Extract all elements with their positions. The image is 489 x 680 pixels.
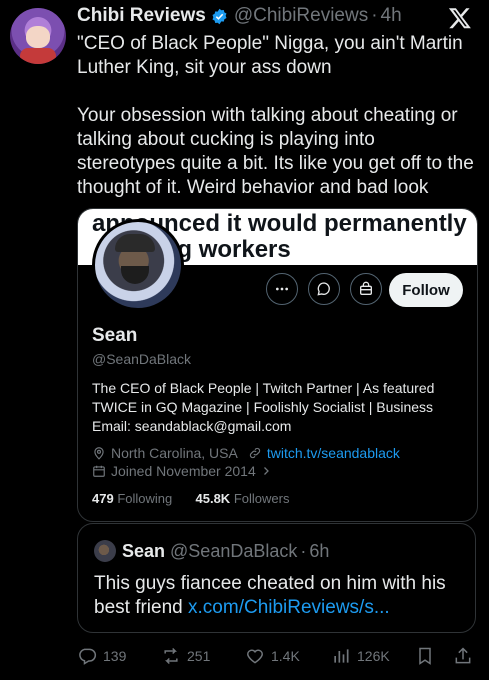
message-button[interactable] xyxy=(308,273,340,305)
avatar-body xyxy=(20,48,56,64)
reply-count: 139 xyxy=(103,648,127,664)
tweet-text: "CEO of Black People" Nigga, you ain't M… xyxy=(77,32,477,200)
repost-count: 251 xyxy=(187,648,211,664)
more-button[interactable] xyxy=(266,273,298,305)
x-logo-icon xyxy=(448,8,471,29)
profile-bio: The CEO of Black People | Twitch Partner… xyxy=(92,380,435,434)
avatar-cap xyxy=(115,234,155,252)
bookmark-icon xyxy=(419,647,431,665)
header-separator: · xyxy=(371,5,378,26)
chevron-right-icon xyxy=(263,467,269,475)
views-count: 126K xyxy=(357,648,390,664)
profile-meta-joined: Joined November 2014 xyxy=(92,463,277,479)
following-label: Following xyxy=(117,491,173,506)
quoted-time: 6h xyxy=(309,540,330,561)
quoted-tweet[interactable]: Sean @SeanDaBlack · 6h This guys fiancee… xyxy=(77,523,476,633)
share-icon xyxy=(455,647,471,664)
avatar-beard xyxy=(121,266,149,284)
repost-icon xyxy=(164,647,178,665)
followers-count: 45.8K xyxy=(195,491,231,506)
notification-icon xyxy=(360,281,372,295)
profile-link[interactable]: twitch.tv/seandablack xyxy=(267,445,400,461)
like-button[interactable]: 1.4K xyxy=(245,646,300,666)
author-name[interactable]: Chibi Reviews xyxy=(77,5,206,27)
quoted-separator: · xyxy=(300,540,307,561)
profile-name: Sean xyxy=(92,325,138,346)
profile-card-image[interactable]: announced it would permanently striking … xyxy=(77,208,478,522)
profile-meta-location: North Carolina, USA twitch.tv/seandablac… xyxy=(92,445,400,461)
follow-button[interactable]: Follow xyxy=(389,273,463,307)
views-icon xyxy=(334,649,349,663)
share-button[interactable] xyxy=(453,646,479,666)
like-count: 1.4K xyxy=(271,648,300,664)
tweet-paragraph-1: "CEO of Black People" Nigga, you ain't M… xyxy=(77,33,463,78)
repost-button[interactable]: 251 xyxy=(161,646,210,666)
quoted-tweet-text: This guys fiancee cheated on him with hi… xyxy=(94,572,469,620)
link-icon xyxy=(249,447,260,459)
quoted-author-handle: @SeanDaBlack xyxy=(170,540,298,561)
author-handle[interactable]: @ChibiReviews xyxy=(234,5,368,27)
more-icon xyxy=(276,287,288,291)
like-icon xyxy=(247,649,263,664)
reply-button[interactable]: 139 xyxy=(77,646,126,666)
following-count: 479 xyxy=(92,491,114,506)
views-button[interactable]: 126K xyxy=(331,646,390,666)
profile-joined: Joined November 2014 xyxy=(111,463,256,479)
quoted-author-name: Sean xyxy=(122,540,166,561)
author-avatar[interactable] xyxy=(10,8,66,64)
location-icon xyxy=(94,447,104,460)
quoted-tweet-link[interactable]: x.com/ChibiReviews/s... xyxy=(188,597,390,618)
tweet-header: Chibi Reviews @ChibiReviews · 4h xyxy=(77,5,402,27)
bookmark-button[interactable] xyxy=(415,646,441,666)
followers-label: Followers xyxy=(233,491,290,506)
message-icon xyxy=(317,282,330,296)
profile-handle: @SeanDaBlack xyxy=(92,351,192,367)
quoted-author-avatar xyxy=(94,540,116,562)
verified-icon xyxy=(212,8,227,24)
profile-location: North Carolina, USA xyxy=(111,445,238,461)
profile-follow-counts: 479 Following 45.8K Followers xyxy=(92,491,289,506)
tweet-action-bar: 139 251 1.4K 126K xyxy=(77,646,477,668)
profile-avatar xyxy=(92,219,184,311)
notification-button[interactable] xyxy=(350,273,382,305)
tweet-paragraph-2: Your obsession with talking about cheati… xyxy=(77,105,474,198)
reply-icon xyxy=(79,648,97,665)
quoted-tweet-header: Sean @SeanDaBlack · 6h xyxy=(94,540,329,562)
calendar-icon xyxy=(93,465,105,477)
avatar-face xyxy=(26,26,50,48)
tweet-time[interactable]: 4h xyxy=(381,5,402,27)
